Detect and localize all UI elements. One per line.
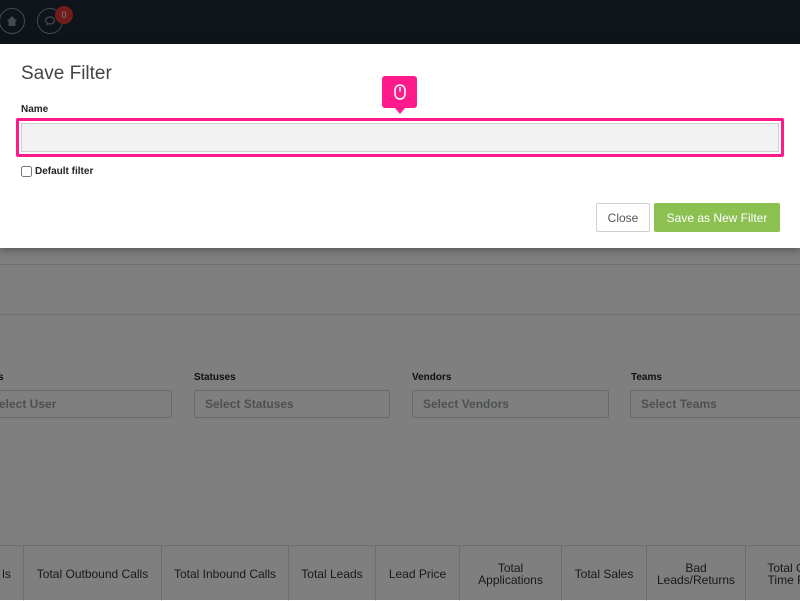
mouse-click-icon — [382, 76, 417, 114]
modal-title: Save Filter — [21, 63, 112, 84]
save-as-new-filter-button[interactable]: Save as New Filter — [654, 203, 780, 232]
default-filter-row[interactable]: Default filter — [21, 166, 93, 177]
default-filter-label: Default filter — [35, 166, 94, 177]
name-label: Name — [21, 104, 49, 115]
close-button[interactable]: Close — [596, 203, 650, 232]
default-filter-checkbox[interactable] — [21, 166, 32, 177]
save-filter-modal: Save Filter Name Default filter Close Sa… — [0, 44, 800, 248]
input-highlight-frame — [16, 118, 784, 157]
